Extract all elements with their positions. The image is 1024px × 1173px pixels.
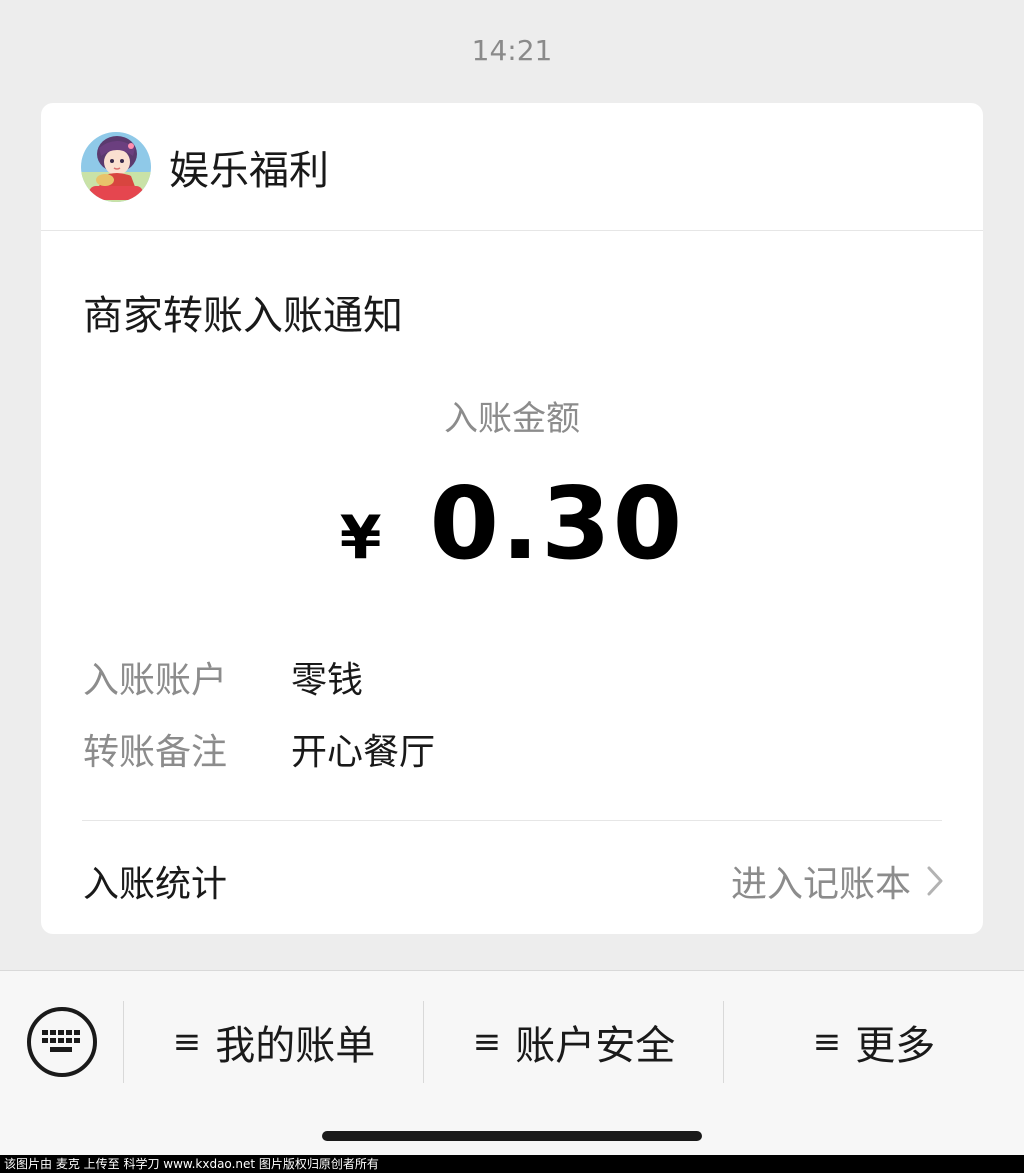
service-account-message-page: 14:21 娱乐福利 商家转账入账通知 入账金额 ¥ 0.30 入账账户 零钱 … [0,0,1024,1173]
watermark-banner: 该图片由 麦克 上传至 科学刀 www.kxdao.net 图片版权归原创者所有 [0,1155,1024,1173]
avatar-illustration [81,131,151,202]
detail-key: 转账备注 [83,732,228,773]
detail-row-account: 入账账户 零钱 [83,651,363,703]
account-name[interactable]: 娱乐福利 [169,138,329,196]
open-ledger-label: 进入记账本 [730,864,911,905]
stats-label: 入账统计 [83,864,228,905]
open-ledger-link[interactable]: 进入记账本 [731,855,943,907]
income-stats-row[interactable]: 入账统计 进入记账本 [83,855,943,907]
notice-title: 商家转账入账通知 [83,293,403,339]
message-timestamp: 14:21 [471,34,553,67]
chevron-right-icon [927,866,943,896]
detail-key: 入账账户 [83,660,228,701]
detail-value: 开心餐厅 [291,732,436,773]
detail-row-remark: 转账备注 开心餐厅 [83,723,435,775]
transfer-notification-card[interactable]: 娱乐福利 商家转账入账通知 入账金额 ¥ 0.30 入账账户 零钱 转账备注 开… [41,103,983,934]
menu-more[interactable]: ≡ 更多 [724,1011,1024,1073]
amount-value: 0.30 [429,465,685,582]
menu-list-icon: ≡ [172,1022,202,1062]
home-indicator[interactable] [322,1131,702,1141]
keyboard-icon [42,1030,80,1052]
menu-label: 账户安全 [515,1023,676,1069]
bottom-menu-bar: ≡ 我的账单 ≡ 账户安全 ≡ 更多 [0,970,1024,1155]
card-header[interactable]: 娱乐福利 [41,103,983,231]
menu-my-bills[interactable]: ≡ 我的账单 [124,1011,424,1073]
menu-label: 更多 [855,1023,936,1069]
menu-list-icon: ≡ [472,1022,502,1062]
currency-symbol: ¥ [339,503,382,573]
keyboard-toggle-button[interactable] [27,1007,97,1077]
account-avatar[interactable] [81,131,151,202]
amount-label: 入账金额 [444,399,580,439]
detail-value: 零钱 [291,660,364,701]
menu-account-security[interactable]: ≡ 账户安全 [424,1011,724,1073]
menu-label: 我的账单 [215,1023,376,1069]
amount-display: ¥ 0.30 [41,465,983,582]
divider [82,820,942,821]
menu-list-icon: ≡ [812,1022,842,1062]
